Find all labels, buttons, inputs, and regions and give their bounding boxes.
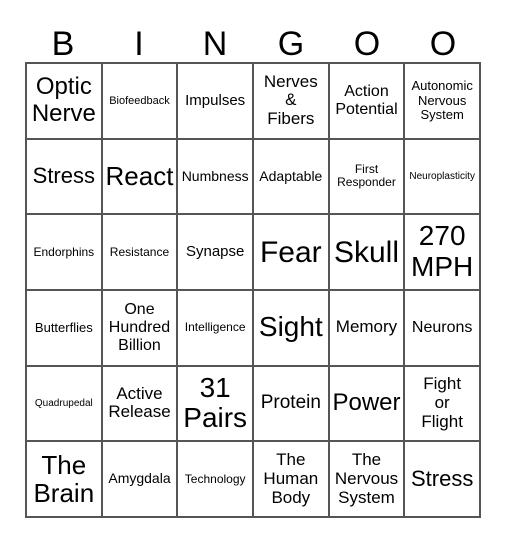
bingo-cell[interactable]: Stress [404, 441, 480, 517]
bingo-header: BINGOO [25, 24, 481, 64]
cell-text: Stress [32, 163, 95, 189]
bingo-cell[interactable]: Optic Nerve [26, 63, 102, 139]
cell-text: Neurons [411, 319, 473, 337]
bingo-cell[interactable]: Sight [252, 289, 329, 366]
bingo-cell[interactable]: Neurons [404, 289, 480, 366]
header-letter: O [429, 25, 457, 63]
cell-text: Numbness [181, 167, 249, 184]
bingo-cell[interactable]: The Human Body [252, 441, 329, 517]
cell-text: Skull [333, 235, 399, 269]
cell-text: Technology [184, 471, 246, 486]
cell-text: Stress [410, 466, 474, 492]
cell-text: Amygdala [108, 470, 171, 487]
cell-text: The Human Body [263, 450, 319, 507]
cell-text: Autonomic Nervous System [411, 78, 473, 122]
bingo-cell[interactable]: Numbness [177, 138, 253, 215]
cell-text: One Hundred Billion [108, 301, 171, 354]
bingo-cell[interactable]: Quadrupedal [26, 365, 102, 442]
bingo-cell[interactable]: Resistance [101, 214, 178, 290]
bingo-cell[interactable]: 31 Pairs [177, 365, 253, 442]
bingo-cell[interactable]: Memory [328, 289, 405, 366]
cell-text: The Brain [33, 449, 95, 509]
bingo-cell[interactable]: Endorphins [26, 214, 102, 290]
bingo-cell[interactable]: Amygdala [101, 441, 178, 517]
bingo-card: B I N G O O Optic Nerve Biofeedback Impulses Ner… [0, 0, 506, 544]
cell-text: Optic Nerve [31, 73, 96, 127]
bingo-cell[interactable]: React [101, 138, 178, 215]
cell-text: Fight or Flight [421, 374, 463, 431]
cell-text: Sight [258, 311, 323, 343]
bingo-cell[interactable]: First Responder [328, 138, 405, 215]
header-letter: B [51, 25, 75, 63]
bingo-cell[interactable]: One Hundred Billion [101, 289, 178, 366]
cell-text: Synapse [185, 242, 245, 260]
cell-text: Butterflies [34, 319, 93, 335]
header-letter: O [353, 25, 381, 63]
bingo-cell[interactable]: Active Release [101, 365, 178, 442]
cell-text: Protein [260, 392, 321, 414]
bingo-cell[interactable]: Power [328, 365, 405, 442]
bingo-cell[interactable]: Biofeedback [101, 63, 178, 139]
bingo-cell[interactable]: The Brain [26, 441, 102, 517]
bingo-cell[interactable]: Fear [252, 214, 329, 290]
bingo-cell[interactable]: Nerves & Fibers [252, 63, 329, 139]
header-letter: I [134, 25, 144, 63]
bingo-cell[interactable]: Autonomic Nervous System [404, 63, 480, 139]
bingo-cell[interactable]: Technology [177, 441, 253, 517]
cell-text: Biofeedback [109, 94, 170, 107]
bingo-grid: Optic Nerve Biofeedback Impulses Nerves & F… [25, 62, 481, 518]
bingo-cell[interactable]: Fight or Flight [404, 365, 480, 442]
bingo-cell[interactable]: Neuroplasticity [404, 138, 480, 215]
cell-text: Adaptable [259, 167, 323, 184]
bingo-cell[interactable]: The Nervous System [328, 441, 405, 517]
cell-text: Nerves & Fibers [263, 71, 318, 129]
cell-text: First Responder [337, 162, 396, 190]
cell-text: Intelligence [184, 320, 246, 335]
bingo-cell[interactable]: Stress [26, 138, 102, 215]
bingo-cell[interactable]: Protein [252, 365, 329, 442]
header-letter: N [202, 25, 228, 63]
bingo-cell[interactable]: Skull [328, 214, 405, 290]
cell-text: Neuroplasticity [409, 170, 475, 182]
cell-text: Resistance [109, 244, 170, 259]
cell-text: Impulses [185, 91, 246, 109]
cell-text: Memory [335, 317, 398, 337]
cell-text: Action Potential [335, 83, 398, 118]
cell-text: The Nervous System [334, 450, 399, 507]
bingo-cell[interactable]: Action Potential [328, 63, 405, 139]
bingo-cell[interactable]: 270 MPH [404, 214, 480, 290]
bingo-cell[interactable]: Butterflies [26, 289, 102, 366]
header-letter: G [277, 25, 305, 63]
cell-text: Quadrupedal [34, 397, 93, 409]
cell-text: React [105, 161, 174, 192]
cell-text: Fear [259, 235, 322, 269]
cell-text: Active Release [108, 383, 171, 422]
bingo-cell[interactable]: Adaptable [252, 138, 329, 215]
cell-text: Endorphins [33, 244, 95, 259]
cell-text: Power [332, 389, 401, 417]
cell-text: 31 Pairs [183, 371, 248, 434]
cell-text: 270 MPH [411, 220, 474, 283]
bingo-cell[interactable]: Synapse [177, 214, 253, 290]
bingo-cell[interactable]: Intelligence [177, 289, 253, 366]
bingo-cell[interactable]: Impulses [177, 63, 253, 139]
